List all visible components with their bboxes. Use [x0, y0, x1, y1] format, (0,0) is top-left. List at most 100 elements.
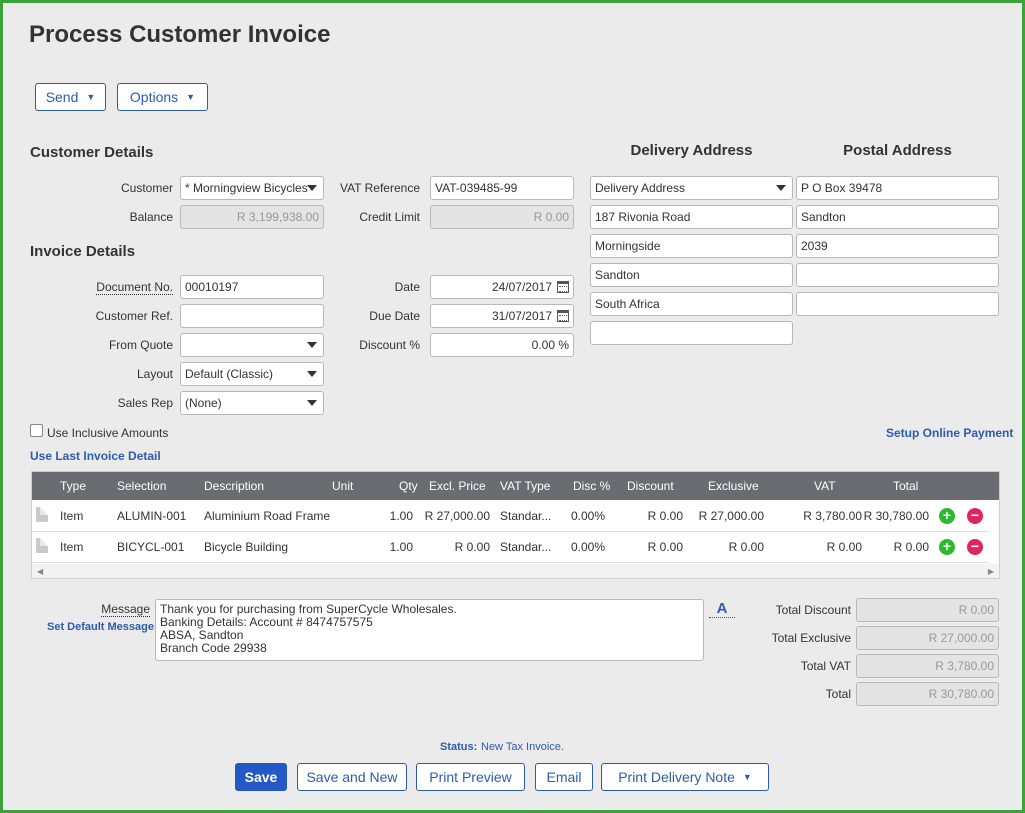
inclusive-amounts-checkbox[interactable] — [30, 424, 43, 437]
delivery-address-line[interactable]: South Africa — [590, 292, 793, 316]
message-line: Branch Code 29938 — [160, 641, 267, 655]
delivery-address-line[interactable]: Morningside — [590, 234, 793, 258]
document-icon — [36, 538, 48, 553]
message-textarea[interactable]: Thank you for purchasing from SuperCycle… — [155, 599, 704, 661]
document-no-input[interactable]: 00010197 — [180, 275, 324, 299]
calendar-icon[interactable] — [557, 310, 569, 322]
cell-excl-price[interactable]: R 0.00 — [455, 540, 490, 554]
cell-discount[interactable]: R 0.00 — [648, 509, 683, 523]
cell-excl-price[interactable]: R 27,000.00 — [425, 509, 490, 523]
cell-type[interactable]: Item — [60, 509, 83, 523]
send-dropdown-button[interactable]: Send ▼ — [35, 83, 106, 111]
column-header-total[interactable]: Total — [893, 479, 918, 493]
cell-disc-pct[interactable]: 0.00% — [571, 540, 605, 554]
cell-vat-type[interactable]: Standar... — [500, 509, 551, 523]
column-header-unit[interactable]: Unit — [332, 479, 353, 493]
discount-input[interactable]: 0.00 % — [430, 333, 574, 357]
options-dropdown-button[interactable]: Options ▼ — [117, 83, 208, 111]
vat-reference-label: VAT Reference — [339, 181, 420, 195]
total-value: R 30,780.00 — [928, 687, 994, 701]
cell-discount[interactable]: R 0.00 — [648, 540, 683, 554]
layout-select[interactable]: Default (Classic) — [180, 362, 324, 386]
column-header-type[interactable]: Type — [60, 479, 86, 493]
postal-address-line[interactable] — [796, 292, 999, 316]
customer-ref-input[interactable] — [180, 304, 324, 328]
save-button[interactable]: Save — [235, 763, 287, 791]
total-discount-label: Total Discount — [775, 603, 851, 617]
email-button[interactable]: Email — [535, 763, 593, 791]
cell-total[interactable]: R 0.00 — [894, 540, 929, 554]
cell-total[interactable]: R 30,780.00 — [864, 509, 929, 523]
set-default-message-link[interactable]: Set Default Message — [47, 621, 154, 633]
scroll-left-icon[interactable]: ◀ — [37, 567, 43, 576]
postal-address-line-text: 2039 — [801, 239, 828, 253]
save-and-new-button[interactable]: Save and New — [297, 763, 407, 791]
chevron-down-icon — [307, 342, 317, 348]
scroll-right-icon[interactable]: ▶ — [988, 567, 994, 576]
column-header-exclusive[interactable]: Exclusive — [708, 479, 759, 493]
horizontal-scrollbar[interactable]: ◀ ▶ — [32, 564, 999, 578]
vat-reference-input[interactable]: VAT-039485-99 — [430, 176, 574, 200]
add-row-icon[interactable]: + — [939, 508, 955, 524]
calendar-icon[interactable] — [557, 281, 569, 293]
total-field: R 30,780.00 — [856, 682, 999, 706]
chevron-down-icon — [307, 371, 317, 377]
delivery-address-select[interactable]: Delivery Address — [590, 176, 793, 200]
postal-address-line[interactable]: P O Box 39478 — [796, 176, 999, 200]
cell-selection[interactable]: ALUMIN-001 — [117, 509, 186, 523]
column-header-selection[interactable]: Selection — [117, 479, 166, 493]
postal-address-heading: Postal Address — [843, 142, 952, 159]
delivery-address-line[interactable] — [590, 321, 793, 345]
cell-exclusive[interactable]: R 0.00 — [729, 540, 764, 554]
cell-type[interactable]: Item — [60, 540, 83, 554]
cell-selection[interactable]: BICYCL-001 — [117, 540, 184, 554]
postal-address-line[interactable] — [796, 263, 999, 287]
column-header-qty[interactable]: Qty — [399, 479, 418, 493]
delivery-address-line[interactable]: 187 Rivonia Road — [590, 205, 793, 229]
customer-select[interactable]: * Morningview Bicycles — [180, 176, 324, 200]
column-header-vat[interactable]: VAT — [814, 479, 836, 493]
sales-rep-select[interactable]: (None) — [180, 391, 324, 415]
cell-disc-pct[interactable]: 0.00% — [571, 509, 605, 523]
column-header-disc-pct[interactable]: Disc % — [573, 479, 610, 493]
cell-qty[interactable]: 1.00 — [390, 540, 413, 554]
balance-label: Balance — [129, 210, 173, 224]
total-discount-field: R 0.00 — [856, 598, 999, 622]
column-header-discount[interactable]: Discount — [627, 479, 674, 493]
cell-vat[interactable]: R 3,780.00 — [803, 509, 862, 523]
use-last-invoice-detail-link[interactable]: Use Last Invoice Detail — [30, 449, 161, 463]
add-row-icon[interactable]: + — [939, 539, 955, 555]
column-header-excl-price[interactable]: Excl. Price — [429, 479, 486, 493]
remove-row-icon[interactable]: − — [967, 539, 983, 555]
column-header-vat-type[interactable]: VAT Type — [500, 479, 550, 493]
delivery-address-line-text: Sandton — [595, 268, 640, 282]
column-header-description[interactable]: Description — [204, 479, 264, 493]
balance-value: R 3,199,938.00 — [236, 210, 319, 224]
cell-vat-type[interactable]: Standar... — [500, 540, 551, 554]
remove-row-icon[interactable]: − — [967, 508, 983, 524]
cell-description[interactable]: Bicycle Building — [204, 540, 288, 554]
credit-limit-label: Credit Limit — [359, 210, 420, 224]
print-delivery-note-button[interactable]: Print Delivery Note ▼ — [601, 763, 769, 791]
total-exclusive-field: R 27,000.00 — [856, 626, 999, 650]
cell-qty[interactable]: 1.00 — [390, 509, 413, 523]
setup-online-payment-link[interactable]: Setup Online Payment — [886, 426, 1013, 440]
caret-down-icon: ▼ — [742, 772, 752, 782]
date-input[interactable]: 24/07/2017 — [430, 275, 574, 299]
from-quote-select[interactable] — [180, 333, 324, 357]
due-date-input[interactable]: 31/07/2017 — [430, 304, 574, 328]
text-format-button[interactable]: A — [709, 600, 735, 618]
chevron-down-icon — [307, 400, 317, 406]
delivery-address-line[interactable]: Sandton — [590, 263, 793, 287]
caret-down-icon: ▼ — [86, 92, 96, 102]
cell-description[interactable]: Aluminium Road Frame — [204, 509, 330, 523]
postal-address-line[interactable]: 2039 — [796, 234, 999, 258]
postal-address-line[interactable]: Sandton — [796, 205, 999, 229]
print-preview-button[interactable]: Print Preview — [416, 763, 525, 791]
cell-exclusive[interactable]: R 27,000.00 — [699, 509, 764, 523]
from-quote-label: From Quote — [108, 338, 173, 352]
table-row[interactable]: Item BICYCL-001 Bicycle Building 1.00 R … — [32, 532, 989, 563]
table-row[interactable]: Item ALUMIN-001 Aluminium Road Frame 1.0… — [32, 501, 989, 532]
cell-vat[interactable]: R 0.00 — [827, 540, 862, 554]
grid-header: Type Selection Description Unit Qty Excl… — [32, 472, 999, 500]
